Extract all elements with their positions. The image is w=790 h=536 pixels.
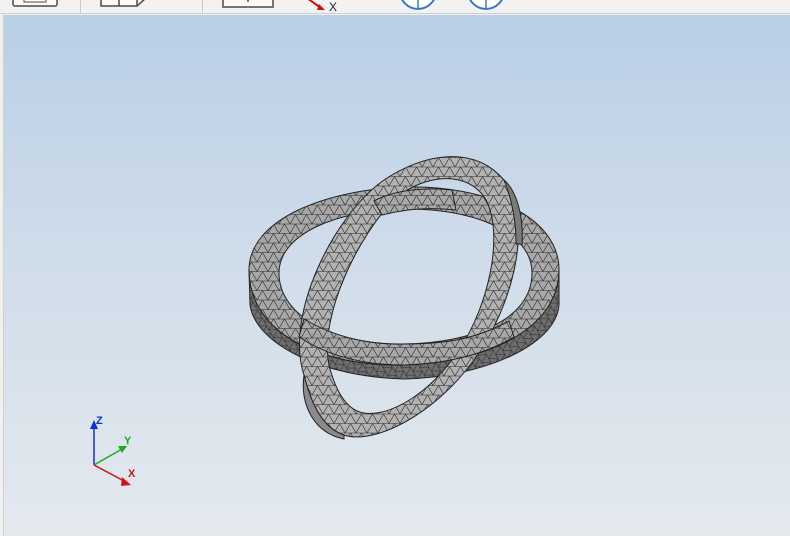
window-icon[interactable] <box>12 0 58 8</box>
axis-x-view-icon[interactable]: X <box>305 0 345 13</box>
y-axis-arrow-icon <box>118 446 127 453</box>
3d-viewport[interactable]: Z Y X <box>3 15 790 536</box>
y-axis-line <box>93 448 123 466</box>
z-axis-label: Z <box>96 415 103 427</box>
view-box-icon[interactable] <box>100 0 148 8</box>
y-axis-label: Y <box>124 435 132 447</box>
svg-text:X: X <box>329 0 337 12</box>
view-down-icon[interactable] <box>222 0 274 8</box>
x-axis-line <box>93 464 125 482</box>
toolbar-separator <box>80 0 81 13</box>
x-axis-label: X <box>128 468 136 480</box>
rotate-left-icon[interactable] <box>398 0 438 10</box>
axis-triad: Z Y X <box>90 415 136 486</box>
toolbar-separator <box>202 0 203 13</box>
rotate-right-icon[interactable] <box>466 0 506 10</box>
toolbar: X <box>0 0 790 14</box>
